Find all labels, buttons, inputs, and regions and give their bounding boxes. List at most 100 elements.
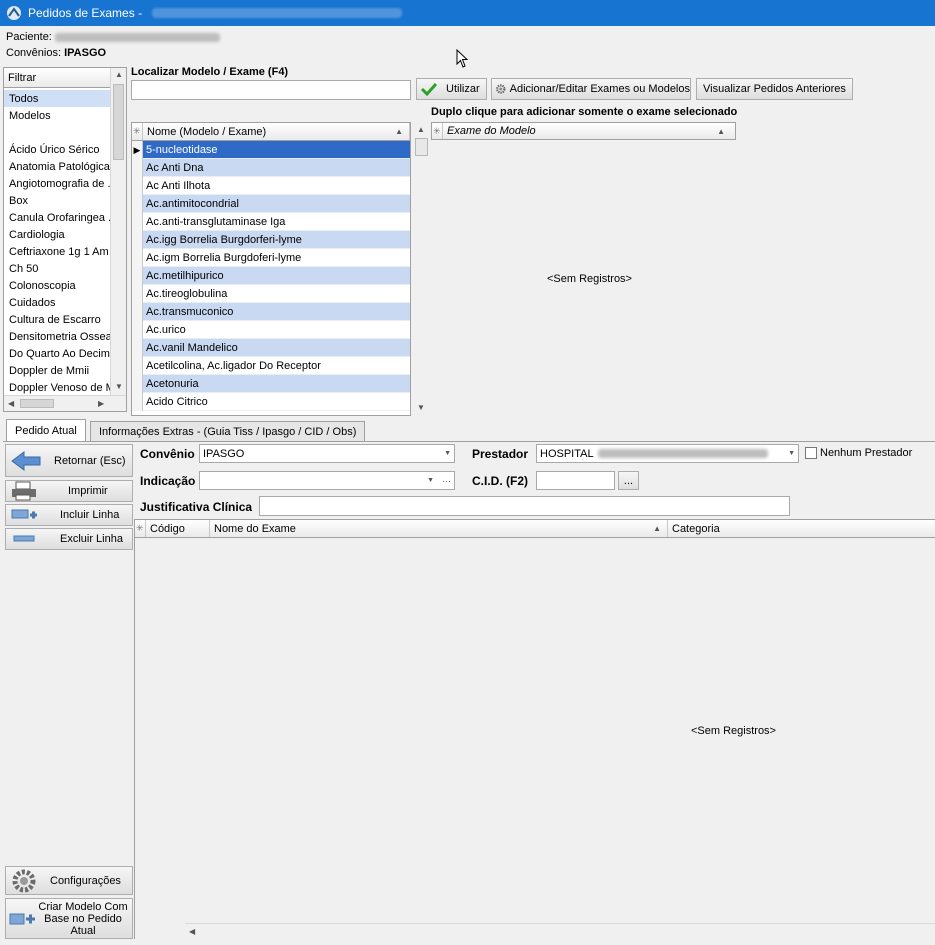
previous-label: Visualizar Pedidos Anteriores <box>703 83 846 95</box>
model-exams-indicator-header: ✳ <box>432 123 443 139</box>
models-vscrollbar[interactable]: ▲ ▼ <box>414 122 430 416</box>
filter-item[interactable]: Modelos <box>4 107 110 124</box>
indicacao-select[interactable]: ▼ ··· <box>199 471 455 490</box>
chevron-down-icon: ▼ <box>427 477 434 484</box>
model-exams-empty: <Sem Registros> <box>547 273 632 285</box>
models-row[interactable]: Ac.vanil Mandelico <box>132 339 410 357</box>
imprimir-button[interactable]: Imprimir <box>5 480 133 502</box>
order-grid: ✳ Código Nome do Exame ▲ Categoria <Sem … <box>134 519 935 939</box>
filter-vscroll-thumb[interactable] <box>113 84 124 160</box>
filter-item[interactable]: Anatomia Patológica <box>4 158 110 175</box>
filter-hscrollbar[interactable]: ◀ ▶ <box>4 395 126 411</box>
convenios-label: Convênios: <box>6 47 62 59</box>
models-row[interactable]: Acido Citrico <box>132 393 410 411</box>
filter-item[interactable]: Cardiologia <box>4 226 110 243</box>
filter-item[interactable]: Cultura de Escarro <box>4 311 110 328</box>
filter-item[interactable]: Densitometria Ossea <box>4 328 110 345</box>
models-row-name: Ac.igm Borrelia Burgdoferi-lyme <box>143 249 410 267</box>
models-row[interactable]: Ac.transmuconico <box>132 303 410 321</box>
sort-asc-icon: ▲ <box>717 126 725 136</box>
models-row[interactable]: Ac.igg Borrelia Burgdorferi-lyme <box>132 231 410 249</box>
mouse-cursor-icon <box>456 49 469 68</box>
sort-asc-icon: ▲ <box>395 127 403 136</box>
create-model-icon <box>9 913 35 924</box>
configuracoes-button[interactable]: Configurações <box>5 866 133 895</box>
cid-label: C.I.D. (F2) <box>472 474 528 488</box>
cid-input[interactable] <box>536 471 615 490</box>
models-row[interactable]: ▶ 5-nucleotidase <box>132 141 410 159</box>
prestador-label: Prestador <box>472 447 529 461</box>
settings-gear-icon <box>12 869 36 892</box>
order-grid-header: ✳ Código Nome do Exame ▲ Categoria <box>135 520 935 538</box>
app-icon <box>7 6 21 20</box>
search-label: Localizar Modelo / Exame (F4) <box>131 66 289 78</box>
row-indicator <box>132 177 143 195</box>
models-row[interactable]: Acetilcolina, Ac.ligador Do Receptor <box>132 357 410 375</box>
models-row[interactable]: Ac Anti Ilhota <box>132 177 410 195</box>
view-previous-orders-button[interactable]: Visualizar Pedidos Anteriores <box>696 78 853 100</box>
filter-item[interactable]: Ácido Úrico Sérico <box>4 141 110 158</box>
filter-hscroll-thumb[interactable] <box>20 399 54 408</box>
filter-item[interactable]: Doppler de Mmii <box>4 362 110 379</box>
tab-pedido-atual[interactable]: Pedido Atual <box>6 419 86 441</box>
filter-item[interactable]: Canula Orofaringea . <box>4 209 110 226</box>
filter-item[interactable]: Colonoscopia <box>4 277 110 294</box>
models-row[interactable]: Ac Anti Dna <box>132 159 410 177</box>
models-vscroll-thumb[interactable] <box>415 138 428 156</box>
models-row[interactable]: Ac.igm Borrelia Burgdoferi-lyme <box>132 249 410 267</box>
utilizar-label: Utilizar <box>446 83 480 95</box>
row-indicator <box>132 321 143 339</box>
search-input[interactable] <box>131 80 411 100</box>
models-row[interactable]: Ac.urico <box>132 321 410 339</box>
model-exams-column-header[interactable]: Exame do Modelo ▲ <box>443 123 735 139</box>
nome-exame-column-header[interactable]: Nome do Exame ▲ <box>210 520 668 537</box>
models-row[interactable]: Ac.tireoglobulina <box>132 285 410 303</box>
retornar-button[interactable]: Retornar (Esc) <box>5 444 133 477</box>
models-column-header[interactable]: Nome (Modelo / Exame) ▲ <box>143 123 410 140</box>
patient-name-redacted <box>54 32 220 42</box>
tab-informacoes-extras[interactable]: Informações Extras - (Guia Tiss / Ipasgo… <box>90 421 366 441</box>
row-indicator <box>132 393 143 411</box>
codigo-column-header[interactable]: Código <box>146 520 210 537</box>
filter-item[interactable]: Ceftriaxone 1g 1 Am <box>4 243 110 260</box>
models-row-name: Ac.tireoglobulina <box>143 285 410 303</box>
filter-panel: Filtrar Todos Modelos Ácido Úrico Sérico An… <box>3 67 127 412</box>
cid-lookup-button[interactable]: ... <box>618 471 639 490</box>
filter-item[interactable]: Doppler Venoso de M <box>4 379 110 396</box>
convenio-label: Convênio <box>140 447 195 461</box>
indicacao-label: Indicação <box>140 474 196 488</box>
row-indicator <box>132 267 143 285</box>
filter-vscrollbar[interactable]: ▲ ▼ <box>110 68 126 395</box>
models-row[interactable]: Ac.metilhipurico <box>132 267 410 285</box>
incluir-linha-button[interactable]: Incluir Linha <box>5 504 133 526</box>
order-hscrollbar[interactable]: ◀ <box>185 923 935 939</box>
models-row[interactable]: Acetonuria <box>132 375 410 393</box>
models-row-name: Acido Citrico <box>143 393 410 411</box>
prestador-select[interactable]: HOSPITAL ▼ <box>536 444 799 463</box>
add-edit-label: Adicionar/Editar Exames ou Modelos <box>509 83 690 95</box>
row-indicator <box>132 285 143 303</box>
models-row-name: Ac.igg Borrelia Burgdorferi-lyme <box>143 231 410 249</box>
models-row-name: 5-nucleotidase <box>143 141 410 159</box>
filter-item[interactable]: Ch 50 <box>4 260 110 277</box>
models-row[interactable]: Ac.anti-transglutaminase Iga <box>132 213 410 231</box>
row-indicator-header: ✳ <box>132 123 143 140</box>
excluir-linha-button[interactable]: Excluir Linha <box>5 528 133 550</box>
nenhum-prestador-checkbox[interactable] <box>805 447 817 459</box>
incluir-label: Incluir Linha <box>60 509 120 521</box>
back-arrow-icon <box>11 450 41 471</box>
add-edit-exams-button[interactable]: Adicionar/Editar Exames ou Modelos <box>491 78 691 100</box>
filter-item[interactable]: Todos <box>4 90 110 107</box>
models-row-name: Acetilcolina, Ac.ligador Do Receptor <box>143 357 410 375</box>
criar-modelo-button[interactable]: Criar Modelo Com Base no Pedido Atual <box>5 898 133 939</box>
filter-item[interactable]: Cuidados <box>4 294 110 311</box>
ellipsis-icon[interactable]: ··· <box>442 476 451 486</box>
filter-item[interactable]: Do Quarto Ao Decim. <box>4 345 110 362</box>
convenio-select[interactable]: IPASGO ▼ <box>199 444 455 463</box>
categoria-column-header[interactable]: Categoria <box>668 520 935 537</box>
filter-item[interactable]: Angiotomografia de . <box>4 175 110 192</box>
models-row[interactable]: Ac.antimitocondrial <box>132 195 410 213</box>
justificativa-input[interactable] <box>259 496 790 516</box>
filter-item[interactable]: Box <box>4 192 110 209</box>
utilizar-button[interactable]: Utilizar <box>416 78 487 100</box>
